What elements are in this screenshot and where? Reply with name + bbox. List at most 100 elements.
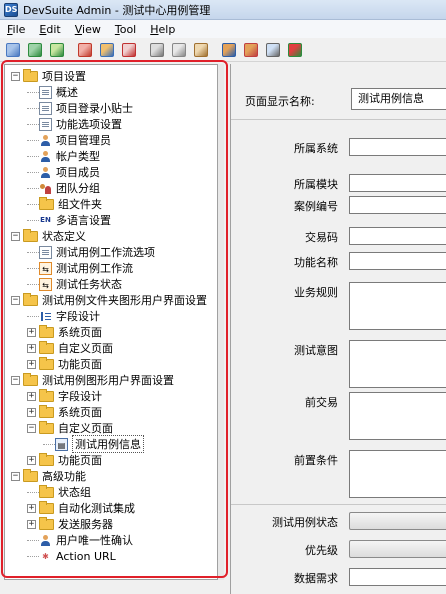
field-input[interactable] bbox=[349, 227, 446, 245]
tree-node[interactable]: 帐户类型 bbox=[27, 148, 100, 164]
folder-icon bbox=[39, 452, 54, 466]
tree-node[interactable]: ⇆ 测试用例工作流 bbox=[27, 260, 133, 276]
tree-node[interactable]: − 测试用例图形用户界面设置 bbox=[11, 372, 174, 388]
paste-button[interactable] bbox=[192, 41, 210, 59]
tree-node[interactable]: 组文件夹 bbox=[27, 196, 102, 212]
field-label: 案例编号 bbox=[294, 200, 338, 213]
folder-icon bbox=[39, 484, 54, 498]
tree-node[interactable]: 项目登录小贴士 bbox=[27, 100, 133, 116]
field-input[interactable] bbox=[349, 392, 446, 440]
field-input[interactable] bbox=[349, 282, 446, 330]
expand-icon[interactable]: + bbox=[27, 503, 36, 513]
tree-node-label: 测试任务状态 bbox=[56, 278, 122, 291]
tree-node[interactable]: 测试用例工作流选项 bbox=[27, 244, 155, 260]
tree-node[interactable]: + 系统页面 bbox=[27, 324, 102, 340]
tree-node[interactable]: ⇆ 测试任务状态 bbox=[27, 276, 122, 292]
folder-icon bbox=[39, 420, 54, 434]
tree-node[interactable]: 功能选项设置 bbox=[27, 116, 122, 132]
tree-node-label: 高级功能 bbox=[42, 470, 86, 483]
user-button[interactable] bbox=[220, 41, 238, 59]
field-input[interactable] bbox=[349, 568, 446, 586]
tree-connector bbox=[27, 491, 39, 493]
tree-splitter[interactable] bbox=[218, 64, 224, 580]
tree-connector bbox=[27, 539, 39, 541]
field-dropdown[interactable] bbox=[349, 540, 446, 558]
add-button[interactable] bbox=[76, 41, 94, 59]
collapse-icon[interactable]: − bbox=[11, 231, 20, 241]
field-input[interactable] bbox=[349, 252, 446, 270]
tree-node-label: 自动化测试集成 bbox=[58, 502, 135, 515]
copy-project-button[interactable] bbox=[98, 41, 116, 59]
cut-button[interactable] bbox=[148, 41, 166, 59]
tree-node[interactable]: 状态组 bbox=[27, 484, 91, 500]
tree-node[interactable]: + 发送服务器 bbox=[27, 516, 113, 532]
import-button[interactable] bbox=[26, 41, 44, 59]
expand-icon[interactable]: + bbox=[27, 519, 36, 529]
field-label: 测试用例状态 bbox=[272, 516, 338, 529]
copy-button[interactable] bbox=[170, 41, 188, 59]
tree-node-label: 测试用例工作流 bbox=[56, 262, 133, 275]
expand-icon[interactable]: + bbox=[27, 407, 36, 417]
menu-edit[interactable]: Edit bbox=[32, 23, 67, 36]
field-input[interactable] bbox=[349, 450, 446, 498]
tree-node[interactable]: ✱ Action URL bbox=[27, 548, 116, 564]
collapse-icon[interactable]: − bbox=[11, 295, 20, 305]
expand-icon[interactable]: + bbox=[27, 343, 36, 353]
menu-view[interactable]: View bbox=[68, 23, 108, 36]
tree-node[interactable]: EN 多语言设置 bbox=[27, 212, 111, 228]
field-input[interactable] bbox=[349, 196, 446, 214]
tree-node[interactable]: 概述 bbox=[27, 84, 78, 100]
tree-connector bbox=[27, 251, 39, 253]
search-button[interactable] bbox=[264, 41, 282, 59]
tree-node[interactable]: + 自动化测试集成 bbox=[27, 500, 135, 516]
folder-icon bbox=[23, 68, 38, 82]
menu-tool[interactable]: Tool bbox=[108, 23, 143, 36]
folder-icon bbox=[39, 324, 54, 338]
field-input[interactable] bbox=[349, 174, 446, 192]
tree-node[interactable]: − 测试用例文件夹图形用户界面设置 bbox=[11, 292, 207, 308]
tree-node[interactable]: + 自定义页面 bbox=[27, 340, 113, 356]
group-button[interactable] bbox=[242, 41, 260, 59]
expand-icon[interactable]: + bbox=[27, 327, 36, 337]
tree-node-label: 组文件夹 bbox=[58, 198, 102, 211]
tree-node[interactable]: − 项目设置 bbox=[11, 68, 86, 84]
tree-node[interactable]: 用户唯一性确认 bbox=[27, 532, 133, 548]
cut-icon bbox=[150, 42, 164, 57]
tree-node[interactable]: − 自定义页面 bbox=[27, 420, 113, 436]
collapse-icon[interactable]: − bbox=[11, 375, 20, 385]
tree-node[interactable]: + 功能页面 bbox=[27, 452, 102, 468]
copy-icon bbox=[172, 42, 186, 57]
tree-node[interactable]: − 高级功能 bbox=[11, 468, 86, 484]
tree-node[interactable]: + 功能页面 bbox=[27, 356, 102, 372]
field-dropdown[interactable] bbox=[349, 512, 446, 530]
page-display-name-input[interactable]: 测试用例信息 bbox=[351, 88, 446, 110]
tree-node[interactable]: ▤ 测试用例信息 bbox=[43, 435, 144, 453]
expand-icon[interactable]: + bbox=[27, 455, 36, 465]
menu-file[interactable]: File bbox=[0, 23, 32, 36]
tree-node[interactable]: 字段设计 bbox=[27, 308, 100, 324]
tree-node-label: 系统页面 bbox=[58, 406, 102, 419]
tree-node[interactable]: 团队分组 bbox=[27, 180, 100, 196]
tree-node[interactable]: 项目管理员 bbox=[27, 132, 111, 148]
group-icon bbox=[244, 42, 258, 57]
expand-icon[interactable]: + bbox=[27, 391, 36, 401]
field-input[interactable] bbox=[349, 340, 446, 388]
delete-button[interactable] bbox=[120, 41, 138, 59]
tree-node-label: 字段设计 bbox=[58, 390, 102, 403]
field-input[interactable] bbox=[349, 138, 446, 156]
collapse-icon[interactable]: − bbox=[11, 471, 20, 481]
tree-node[interactable]: + 系统页面 bbox=[27, 404, 102, 420]
tree-node[interactable]: + 字段设计 bbox=[27, 388, 102, 404]
new-button[interactable] bbox=[4, 41, 22, 59]
connect-button[interactable] bbox=[286, 41, 304, 59]
menu-help[interactable]: Help bbox=[143, 23, 182, 36]
collapse-icon[interactable]: − bbox=[11, 71, 20, 81]
expand-icon[interactable]: + bbox=[27, 359, 36, 369]
collapse-icon[interactable]: − bbox=[27, 423, 36, 433]
tree-node[interactable]: − 状态定义 bbox=[11, 228, 86, 244]
tree-node-label: 自定义页面 bbox=[58, 342, 113, 355]
settings-tree[interactable]: − 项目设置 概述 项目登录小贴士 功能选项设置 项目管理员 帐户类型 项目成员 团队分组组文件… bbox=[4, 64, 218, 580]
tree-node[interactable]: 项目成员 bbox=[27, 164, 100, 180]
export-button[interactable] bbox=[48, 41, 66, 59]
user-icon bbox=[39, 534, 52, 547]
